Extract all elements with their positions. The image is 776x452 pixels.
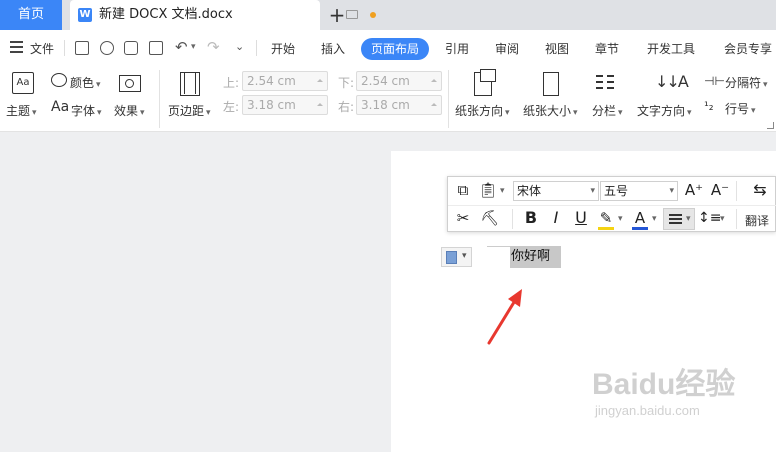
- paper-size-icon: [543, 72, 559, 96]
- menu-start[interactable]: 开始: [271, 38, 295, 60]
- customize-dropdown-icon[interactable]: ⌄: [235, 40, 244, 53]
- menu-references[interactable]: 引用: [445, 38, 469, 60]
- orientation-button[interactable]: 纸张方向: [455, 102, 510, 119]
- print-icon[interactable]: [124, 41, 138, 55]
- columns-icon: [596, 73, 614, 95]
- text-direction-icon: ↓↓A: [655, 72, 689, 91]
- file-menu[interactable]: 文件: [30, 38, 54, 60]
- new-tab-button[interactable]: +: [325, 2, 349, 28]
- divider: [736, 209, 737, 229]
- align-button[interactable]: ▾: [663, 208, 695, 230]
- decrease-font-icon[interactable]: A⁻: [710, 180, 730, 200]
- baidu-watermark: Baidu经验 jingyan.baidu.com: [592, 367, 742, 437]
- menu-view[interactable]: 视图: [545, 38, 569, 60]
- font-name-select[interactable]: 宋体: [513, 181, 599, 201]
- divider: [448, 70, 449, 128]
- divider: [448, 205, 776, 206]
- margin-left-input[interactable]: 3.18 cm: [242, 95, 328, 115]
- format-painter-icon[interactable]: ⛏︎: [480, 208, 500, 228]
- theme-button[interactable]: 主题: [6, 102, 37, 119]
- breaks-button[interactable]: 分隔符: [725, 74, 768, 91]
- menu-developer[interactable]: 开发工具: [647, 38, 695, 60]
- theme-icon[interactable]: Aa: [12, 72, 34, 94]
- line-spacing-dropdown-icon[interactable]: ▾: [720, 214, 725, 224]
- effect-button[interactable]: 效果: [114, 102, 145, 119]
- watermark-brand: Baidu经验: [592, 368, 736, 401]
- orientation-icon: [474, 69, 496, 96]
- margins-icon: [180, 72, 200, 96]
- print-preview-icon[interactable]: [149, 41, 163, 55]
- italic-icon[interactable]: I: [546, 208, 566, 228]
- paper-size-button[interactable]: 纸张大小: [523, 102, 578, 119]
- color-button[interactable]: 颜色: [70, 74, 101, 91]
- red-arrow-annotation: [487, 289, 522, 345]
- menu-chapter[interactable]: 章节: [595, 38, 619, 60]
- paste-options-dropdown-icon: ▾: [462, 251, 467, 261]
- bold-icon[interactable]: B: [521, 208, 541, 228]
- redo-icon[interactable]: ↷: [207, 38, 220, 56]
- margin-right-input[interactable]: 3.18 cm: [356, 95, 442, 115]
- floating-format-toolbar: ⧉ 📋︎ ▾ 宋体 五号 A⁺ A⁻ ⇆ ✂ ⛏︎ B I U ✎ ▾ A ▾ …: [447, 176, 776, 232]
- underline-icon[interactable]: U: [571, 208, 591, 228]
- hamburger-icon[interactable]: [10, 41, 23, 53]
- menu-review[interactable]: 审阅: [495, 38, 519, 60]
- paste-options-button[interactable]: ▾: [441, 247, 472, 267]
- unsaved-dot-icon: [370, 12, 376, 18]
- document-tab-title: 新建 DOCX 文档.docx: [99, 7, 233, 22]
- wps-writer-icon: W: [78, 8, 92, 22]
- font-color-dropdown-icon[interactable]: ▾: [652, 214, 657, 224]
- document-tab[interactable]: W 新建 DOCX 文档.docx: [70, 0, 376, 30]
- undo-dropdown-icon[interactable]: ▾: [191, 42, 196, 52]
- translate-button[interactable]: 翻译: [745, 212, 769, 229]
- margin-top-label: 上:: [223, 76, 240, 90]
- font-theme-button[interactable]: 字体: [71, 102, 102, 119]
- highlight-dropdown-icon[interactable]: ▾: [618, 214, 623, 224]
- margin-bottom-input[interactable]: 2.54 cm: [356, 71, 442, 91]
- home-tab[interactable]: 首页: [0, 0, 62, 30]
- cut-icon[interactable]: ✂: [453, 208, 473, 228]
- highlight-icon[interactable]: ✎: [596, 208, 616, 230]
- menu-bar: 文件 ↶ ▾ ↷ ⌄ 开始 插入 页面布局 引用 审阅 视图 章节 开发工具 会…: [0, 30, 776, 66]
- save-icon[interactable]: [75, 41, 89, 55]
- output-icon[interactable]: [100, 41, 114, 55]
- line-numbers-icon: ¹₂: [704, 99, 714, 113]
- columns-button[interactable]: 分栏: [592, 102, 623, 119]
- ribbon: Aa 主题 颜色 Aa 字体 效果 页边距 上: 2.54 cm 下: 2.54…: [0, 66, 776, 132]
- increase-font-icon[interactable]: A⁺: [684, 180, 704, 200]
- divider: [736, 181, 737, 201]
- translate-icon[interactable]: ⇆: [748, 180, 772, 200]
- divider: [512, 209, 513, 229]
- divider: [64, 40, 65, 56]
- margin-left-label: 左:: [223, 100, 240, 114]
- breaks-icon: ⊣⊢: [704, 74, 725, 88]
- paste-dropdown-icon[interactable]: ▾: [500, 186, 505, 196]
- text-direction-button[interactable]: 文字方向: [637, 102, 692, 119]
- paste-icon[interactable]: 📋︎: [478, 180, 498, 200]
- font-size-select[interactable]: 五号: [600, 181, 678, 201]
- margin-top-input[interactable]: 2.54 cm: [242, 71, 328, 91]
- divider: [159, 70, 160, 128]
- margin-bottom-label: 下:: [338, 76, 355, 90]
- palette-icon: [51, 73, 67, 87]
- line-spacing-icon[interactable]: ↕≡: [698, 208, 721, 228]
- menu-page-layout[interactable]: 页面布局: [361, 38, 430, 60]
- menu-member[interactable]: 会员专享: [724, 38, 772, 60]
- divider: [256, 40, 257, 56]
- margins-button[interactable]: 页边距: [168, 102, 211, 119]
- paste-options-icon: [446, 251, 457, 264]
- selected-text[interactable]: 你好啊: [510, 246, 562, 268]
- line-numbers-button[interactable]: 行号: [725, 100, 756, 117]
- font-theme-icon: Aa: [51, 99, 70, 115]
- effect-icon: [119, 75, 141, 92]
- ribbon-expand-icon[interactable]: [767, 122, 774, 129]
- font-color-icon[interactable]: A: [630, 208, 650, 230]
- menu-insert[interactable]: 插入: [321, 38, 345, 60]
- cursor-guide: [487, 246, 511, 247]
- undo-icon[interactable]: ↶: [175, 38, 188, 56]
- margin-right-label: 右:: [338, 100, 355, 114]
- watermark-url: jingyan.baidu.com: [595, 403, 700, 418]
- copy-icon[interactable]: ⧉: [453, 180, 473, 200]
